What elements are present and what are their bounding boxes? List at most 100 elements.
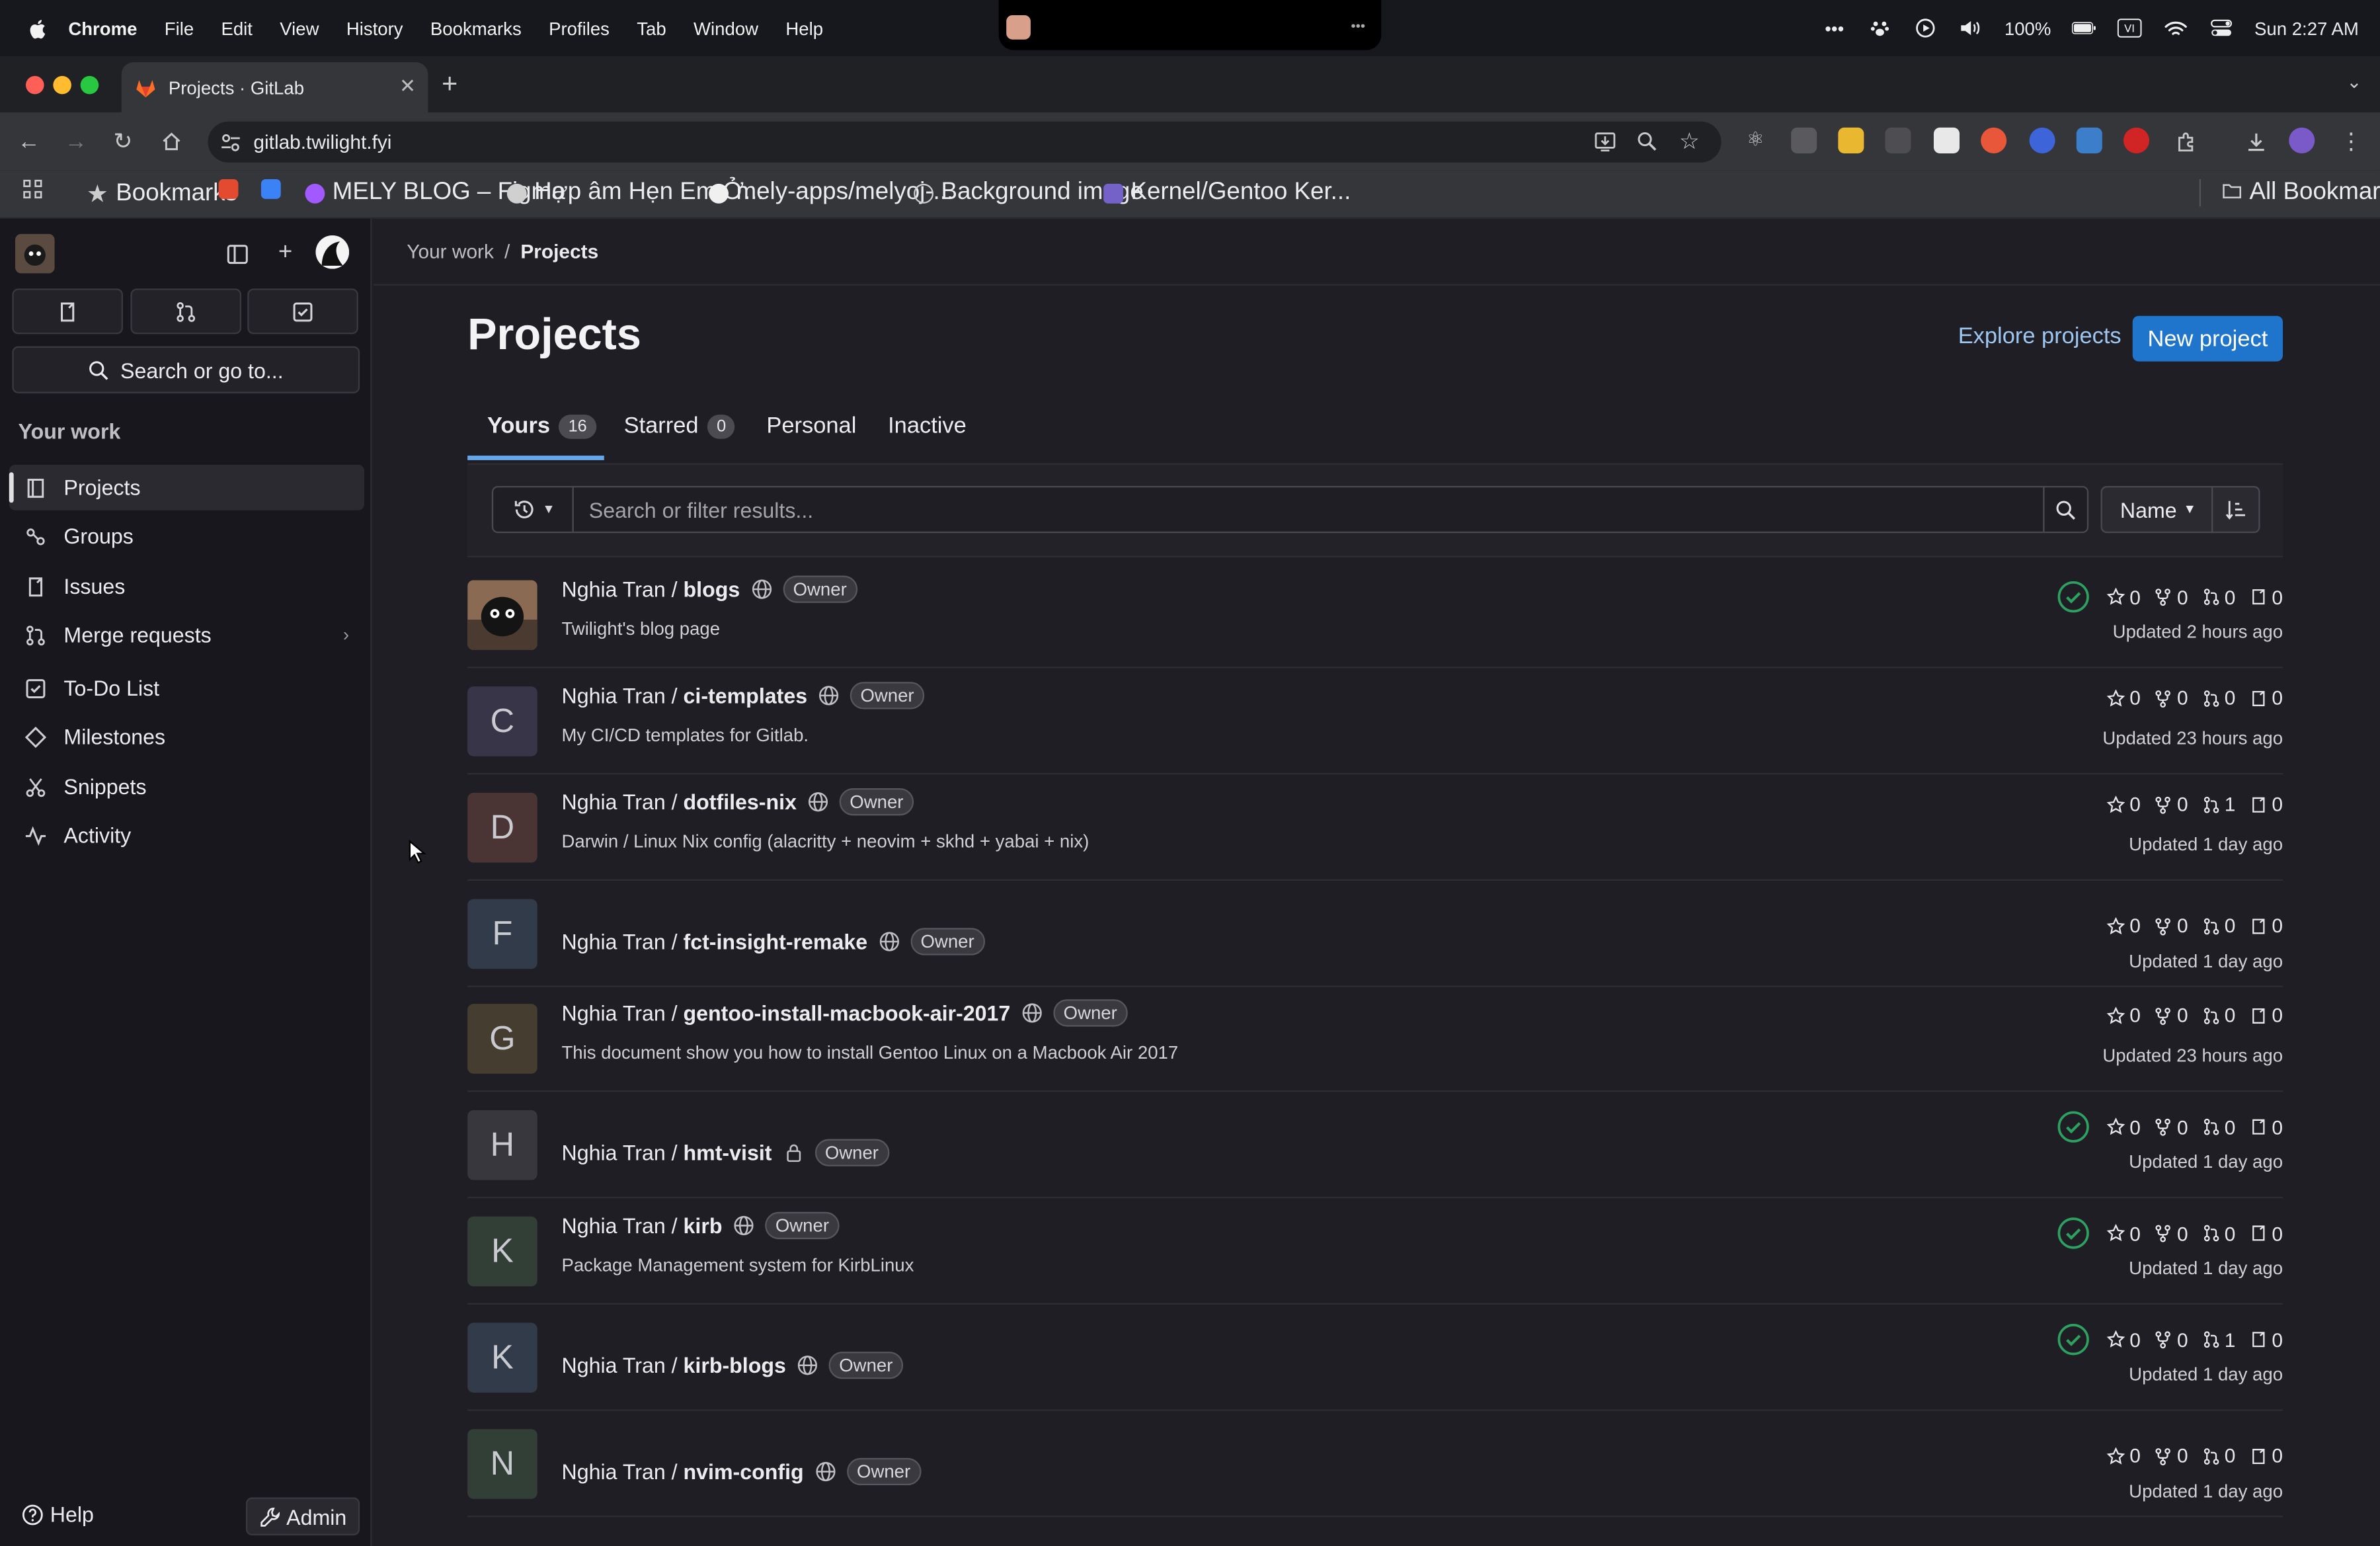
- assigned-issues-button[interactable]: [12, 288, 123, 335]
- window-close-button[interactable]: [26, 75, 44, 95]
- menu-help[interactable]: Help: [785, 17, 823, 38]
- project-avatar[interactable]: F: [467, 899, 537, 969]
- sidebar-item-milestones[interactable]: Milestones: [9, 713, 364, 759]
- globe-icon[interactable]: [1021, 1002, 1042, 1024]
- volume-icon[interactable]: [1959, 17, 1983, 38]
- merge-requests-count[interactable]: 1: [2202, 793, 2235, 815]
- project-full-name-link[interactable]: Nghia Tran / hmt-visit: [561, 1141, 772, 1165]
- explore-projects-link[interactable]: Explore projects: [1958, 323, 2122, 349]
- merge-requests-count[interactable]: 0: [2202, 915, 2235, 937]
- apps-grid-icon[interactable]: [22, 179, 42, 199]
- user-avatar[interactable]: [315, 235, 350, 269]
- menu-view[interactable]: View: [280, 17, 319, 38]
- stars-count[interactable]: 0: [2106, 1222, 2141, 1244]
- search-filter-input[interactable]: Search or filter results...: [572, 485, 2045, 534]
- issues-count[interactable]: 0: [2249, 1004, 2283, 1027]
- issues-count[interactable]: 0: [2249, 1328, 2283, 1351]
- project-full-name-link[interactable]: Nghia Tran / kirb-blogs: [561, 1353, 785, 1377]
- sidebar-item-activity[interactable]: Activity: [9, 813, 364, 858]
- project-row[interactable]: K Nghia Tran / kirb Owner Package Manage…: [467, 1198, 2283, 1305]
- menu-history[interactable]: History: [346, 17, 403, 38]
- create-new-icon[interactable]: +: [270, 239, 301, 269]
- react-devtools-icon[interactable]: ⚛: [1743, 128, 1768, 153]
- project-row[interactable]: H Nghia Tran / hmt-visit Owner 0 0 0 0 U…: [467, 1092, 2283, 1199]
- bookmark-star-icon[interactable]: ☆: [1676, 128, 1703, 155]
- tab-inactive[interactable]: Inactive: [888, 413, 967, 439]
- forks-count[interactable]: 0: [2155, 915, 2188, 937]
- merge-requests-count[interactable]: 0: [2202, 1222, 2235, 1244]
- issues-count[interactable]: 0: [2249, 585, 2283, 608]
- project-avatar[interactable]: C: [467, 686, 537, 756]
- globe-icon[interactable]: [807, 792, 828, 813]
- project-row[interactable]: D Nghia Tran / dotfiles-nix Owner Darwin…: [467, 774, 2283, 881]
- project-full-name-link[interactable]: Nghia Tran / gentoo-install-macbook-air-…: [561, 1001, 1010, 1026]
- all-bookmarks[interactable]: All Bookmarks: [2199, 179, 2380, 207]
- bookmark-kernel-gentoo[interactable]: Kernel/Gentoo Ker...: [1103, 179, 1351, 206]
- forks-count[interactable]: 0: [2155, 1222, 2188, 1244]
- stars-count[interactable]: 0: [2106, 686, 2141, 710]
- project-row[interactable]: G Nghia Tran / gentoo-install-macbook-ai…: [467, 986, 2283, 1092]
- new-tab-icon[interactable]: +: [442, 68, 457, 100]
- menu-profiles[interactable]: Profiles: [549, 17, 610, 38]
- issues-count[interactable]: 0: [2249, 915, 2283, 937]
- project-row[interactable]: C Nghia Tran / ci-templates Owner My CI/…: [467, 669, 2283, 775]
- project-full-name-link[interactable]: Nghia Tran / ci-templates: [561, 684, 807, 708]
- lock-icon[interactable]: [783, 1142, 804, 1163]
- bookmark-shop[interactable]: [218, 179, 239, 199]
- globe-icon[interactable]: [797, 1355, 818, 1376]
- wifi-icon[interactable]: [2163, 17, 2188, 38]
- reload-icon[interactable]: ↻: [109, 128, 136, 155]
- breadcrumb-your-work[interactable]: Your work: [407, 240, 494, 263]
- menu-file[interactable]: File: [165, 17, 194, 38]
- project-row[interactable]: N Nghia Tran / nvim-config Owner 0 0 0 0…: [467, 1411, 2283, 1518]
- sidebar-item-merge-requests[interactable]: Merge requests ›: [9, 612, 364, 658]
- sidebar-item-todo-list[interactable]: To-Do List: [9, 665, 364, 711]
- window-zoom-button[interactable]: [80, 75, 99, 95]
- merge-requests-count[interactable]: 0: [2202, 1444, 2235, 1467]
- menu-tab[interactable]: Tab: [637, 17, 666, 38]
- sidebar-item-groups[interactable]: Groups: [9, 513, 364, 559]
- pipeline-passed-icon[interactable]: [2057, 1217, 2090, 1250]
- input-source-icon[interactable]: VI: [2118, 17, 2143, 38]
- stars-count[interactable]: 0: [2106, 1444, 2141, 1467]
- project-avatar[interactable]: D: [467, 792, 537, 863]
- project-row[interactable]: K Nghia Tran / kirb-blogs Owner 0 0 1 0 …: [467, 1305, 2283, 1411]
- extension-adblock-icon[interactable]: [2123, 127, 2149, 153]
- project-avatar[interactable]: K: [467, 1322, 537, 1393]
- project-row[interactable]: Nghia Tran / blogs Owner Twilight's blog…: [467, 562, 2283, 669]
- globe-icon[interactable]: [818, 685, 839, 706]
- stars-count[interactable]: 0: [2106, 585, 2141, 608]
- merge-requests-button[interactable]: [130, 288, 242, 335]
- forks-count[interactable]: 0: [2155, 686, 2188, 710]
- breadcrumb-projects[interactable]: Projects: [520, 240, 598, 263]
- notch-app-thumbnail[interactable]: [1006, 15, 1031, 40]
- merge-requests-count[interactable]: 1: [2202, 1328, 2235, 1351]
- menu-edit[interactable]: Edit: [221, 17, 252, 38]
- project-full-name-link[interactable]: Nghia Tran / blogs: [561, 577, 740, 602]
- more-icon[interactable]: •••: [1822, 17, 1846, 38]
- forks-count[interactable]: 0: [2155, 1328, 2188, 1351]
- gitlab-home-avatar[interactable]: [15, 233, 55, 274]
- forks-count[interactable]: 0: [2155, 585, 2188, 608]
- issues-count[interactable]: 0: [2249, 1116, 2283, 1138]
- back-icon[interactable]: ←: [15, 128, 42, 155]
- address-bar[interactable]: gitlab.twilight.fyi: [208, 121, 1722, 163]
- recent-searches-button[interactable]: ▾: [491, 485, 574, 534]
- download-icon[interactable]: [2242, 128, 2269, 155]
- install-app-icon[interactable]: [1591, 128, 1618, 155]
- stars-count[interactable]: 0: [2106, 1004, 2141, 1027]
- sort-direction-button[interactable]: [2211, 485, 2260, 534]
- play-icon[interactable]: [1913, 17, 1938, 38]
- window-minimize-button[interactable]: [53, 75, 71, 95]
- issues-count[interactable]: 0: [2249, 1222, 2283, 1244]
- stars-count[interactable]: 0: [2106, 793, 2141, 815]
- extension-glasses-icon[interactable]: [1885, 127, 1911, 153]
- admin-button[interactable]: Admin: [245, 1497, 360, 1535]
- tab-yours[interactable]: Yours 16: [487, 413, 596, 439]
- control-center-icon[interactable]: [2209, 17, 2233, 38]
- battery-icon[interactable]: [2072, 17, 2097, 38]
- extension-folder-icon[interactable]: [1791, 127, 1817, 153]
- site-info-icon[interactable]: [220, 132, 241, 153]
- pipeline-passed-icon[interactable]: [2057, 1110, 2090, 1144]
- stars-count[interactable]: 0: [2106, 915, 2141, 937]
